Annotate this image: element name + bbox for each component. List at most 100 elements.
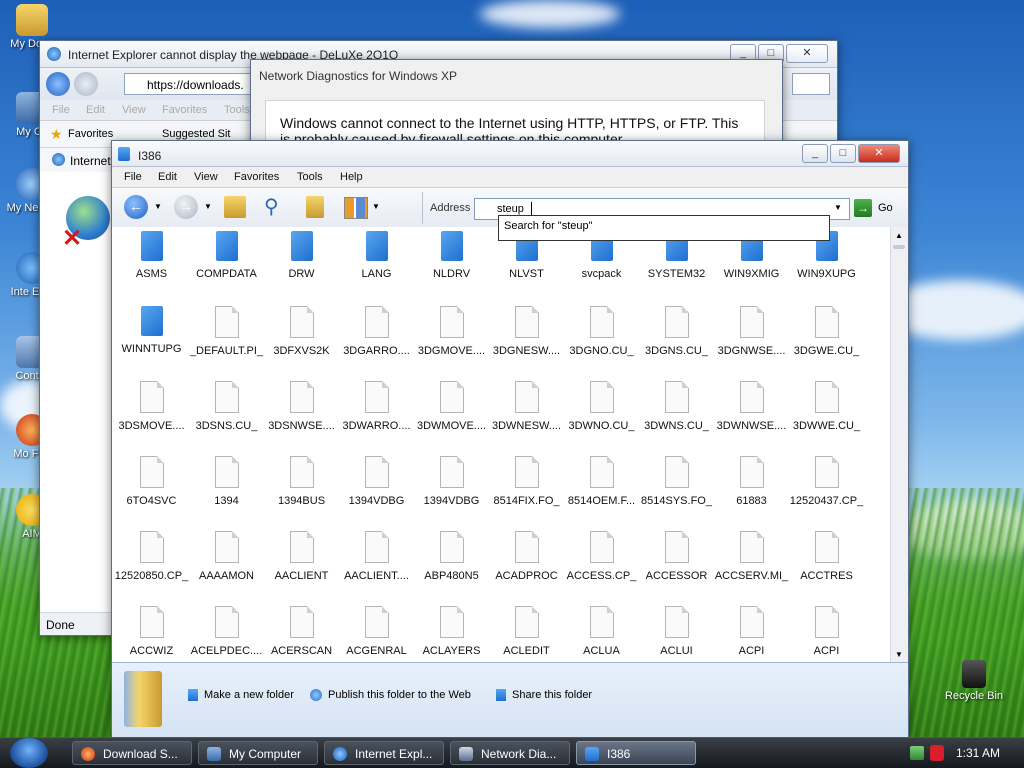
scroll-down-arrow[interactable]: ▼ bbox=[895, 650, 903, 659]
folders-button[interactable] bbox=[306, 196, 324, 218]
ie-menu-view[interactable]: View bbox=[122, 104, 146, 116]
file-item[interactable]: ABP480N5 bbox=[414, 527, 489, 602]
task-publish-folder[interactable]: Publish this folder to the Web bbox=[310, 689, 471, 702]
tray-clock[interactable]: 1:31 AM bbox=[956, 746, 1000, 760]
file-item[interactable]: 3DWNO.CU_ bbox=[564, 377, 639, 452]
file-item[interactable]: ACPI bbox=[714, 602, 789, 663]
file-item[interactable]: ACLUA bbox=[564, 602, 639, 663]
address-suggestion-popup[interactable]: Search for "steup" bbox=[498, 215, 830, 241]
file-item[interactable]: 3DWARRO.... bbox=[339, 377, 414, 452]
tray-app-icon[interactable] bbox=[930, 745, 944, 761]
file-item[interactable]: 3DGMOVE.... bbox=[414, 302, 489, 377]
explorer-titlebar[interactable]: I386 _ □ ✕ bbox=[112, 141, 908, 167]
file-item[interactable]: ACLUI bbox=[639, 602, 714, 663]
file-item[interactable]: 3DWWE.CU_ bbox=[789, 377, 864, 452]
folder-item[interactable]: NLDRV bbox=[414, 227, 489, 302]
file-list-pane[interactable]: ASMS COMPDATA DRW LANG NLDRV NLVST svcpack SYST… bbox=[112, 227, 890, 663]
file-item[interactable]: 12520437.CP_ bbox=[789, 452, 864, 527]
ie-menu-edit[interactable]: Edit bbox=[86, 104, 105, 116]
back-dropdown-icon[interactable]: ▼ bbox=[154, 202, 162, 211]
file-item[interactable]: 3DGNWSE.... bbox=[714, 302, 789, 377]
folder-item[interactable]: COMPDATA bbox=[189, 227, 264, 302]
suggestion-search-steup[interactable]: Search for "steup" bbox=[504, 220, 593, 232]
file-item[interactable]: 8514SYS.FO_ bbox=[639, 452, 714, 527]
file-item[interactable]: 8514OEM.F... bbox=[564, 452, 639, 527]
file-item[interactable]: ACLAYERS bbox=[414, 602, 489, 663]
ie-menu-favorites[interactable]: Favorites bbox=[162, 104, 207, 116]
tray-network-icon[interactable] bbox=[910, 746, 924, 760]
file-item[interactable]: 3DGARRO.... bbox=[339, 302, 414, 377]
ie-menu-file[interactable]: File bbox=[52, 104, 70, 116]
diag-titlebar[interactable]: Network Diagnostics for Windows XP bbox=[251, 60, 782, 88]
scroll-up-arrow[interactable]: ▲ bbox=[895, 231, 903, 240]
file-item[interactable]: 3DGNS.CU_ bbox=[639, 302, 714, 377]
file-item[interactable]: ACELPDEC.... bbox=[189, 602, 264, 663]
ie-address-bar[interactable]: https://downloads. bbox=[124, 73, 256, 95]
file-item[interactable]: AACLIENT bbox=[264, 527, 339, 602]
explorer-window[interactable]: I386 _ □ ✕ File Edit View Favorites Tool… bbox=[111, 140, 909, 738]
views-dropdown-icon[interactable]: ▼ bbox=[372, 202, 380, 211]
file-item[interactable]: 8514FIX.FO_ bbox=[489, 452, 564, 527]
explorer-maximize-button[interactable]: □ bbox=[830, 144, 856, 163]
file-item[interactable]: _DEFAULT.PI_ bbox=[189, 302, 264, 377]
file-item[interactable]: ACGENRAL bbox=[339, 602, 414, 663]
search-button[interactable]: ⚲ bbox=[264, 194, 279, 219]
folder-item[interactable]: WINNTUPG bbox=[114, 302, 189, 377]
ie-back-button[interactable] bbox=[46, 72, 70, 96]
ie-favorites-button[interactable]: Favorites bbox=[68, 128, 113, 140]
taskbar-my-computer[interactable]: My Computer bbox=[198, 741, 318, 765]
ie-menu-tools[interactable]: Tools bbox=[224, 104, 250, 116]
file-item[interactable]: 3DSMOVE.... bbox=[114, 377, 189, 452]
taskbar-internet-explorer[interactable]: Internet Expl... bbox=[324, 741, 444, 765]
file-item[interactable]: 3DGNO.CU_ bbox=[564, 302, 639, 377]
file-item[interactable]: 1394 bbox=[189, 452, 264, 527]
menu-tools[interactable]: Tools bbox=[297, 171, 323, 183]
file-item[interactable]: 1394VDBG bbox=[414, 452, 489, 527]
start-button[interactable] bbox=[10, 738, 48, 768]
file-item[interactable]: 3DSNWSE.... bbox=[264, 377, 339, 452]
go-button[interactable]: → Go bbox=[854, 198, 898, 218]
up-folder-button[interactable] bbox=[224, 196, 246, 218]
address-dropdown-icon[interactable]: ▼ bbox=[834, 203, 842, 212]
file-item[interactable]: 3DSNS.CU_ bbox=[189, 377, 264, 452]
forward-button[interactable]: → bbox=[174, 195, 198, 219]
scroll-thumb[interactable] bbox=[893, 245, 905, 249]
file-item[interactable]: ACCTRES bbox=[789, 527, 864, 602]
file-item[interactable]: ACCESS.CP_ bbox=[564, 527, 639, 602]
file-item[interactable]: 1394BUS bbox=[264, 452, 339, 527]
ie-close-button[interactable]: ✕ bbox=[786, 44, 828, 63]
ie-search-button[interactable] bbox=[792, 73, 830, 95]
file-item[interactable]: 3DFXVS2K bbox=[264, 302, 339, 377]
folder-item[interactable]: DRW bbox=[264, 227, 339, 302]
file-item[interactable]: AACLIENT.... bbox=[339, 527, 414, 602]
file-item[interactable]: 3DWMOVE.... bbox=[414, 377, 489, 452]
views-button[interactable] bbox=[344, 197, 368, 219]
file-item[interactable]: 3DGNESW.... bbox=[489, 302, 564, 377]
taskbar-download[interactable]: Download S... bbox=[72, 741, 192, 765]
menu-help[interactable]: Help bbox=[340, 171, 363, 183]
task-make-new-folder[interactable]: Make a new folder bbox=[188, 689, 294, 702]
file-item[interactable]: 3DGWE.CU_ bbox=[789, 302, 864, 377]
menu-file[interactable]: File bbox=[124, 171, 142, 183]
file-item[interactable]: 1394VDBG bbox=[339, 452, 414, 527]
file-item[interactable]: ACCESSOR bbox=[639, 527, 714, 602]
file-item[interactable]: AAAAMON bbox=[189, 527, 264, 602]
file-item[interactable]: ACERSCAN bbox=[264, 602, 339, 663]
file-item[interactable]: ACCWIZ bbox=[114, 602, 189, 663]
desktop-icon-recycle-bin[interactable]: Recycle Bin bbox=[944, 660, 1004, 702]
menu-edit[interactable]: Edit bbox=[158, 171, 177, 183]
file-item[interactable]: 12520850.CP_ bbox=[114, 527, 189, 602]
forward-dropdown-icon[interactable]: ▼ bbox=[204, 202, 212, 211]
task-share-folder[interactable]: Share this folder bbox=[496, 689, 592, 702]
file-item[interactable]: 61883 bbox=[714, 452, 789, 527]
file-item[interactable]: ACLEDIT bbox=[489, 602, 564, 663]
menu-view[interactable]: View bbox=[194, 171, 218, 183]
file-item[interactable]: ACADPROC bbox=[489, 527, 564, 602]
file-item[interactable]: 3DWNS.CU_ bbox=[639, 377, 714, 452]
vertical-scrollbar[interactable]: ▲ ▼ bbox=[890, 227, 908, 663]
file-item[interactable]: 6TO4SVC bbox=[114, 452, 189, 527]
folder-item[interactable]: LANG bbox=[339, 227, 414, 302]
file-item[interactable]: 3DWNESW.... bbox=[489, 377, 564, 452]
back-button[interactable]: ← bbox=[124, 195, 148, 219]
folder-item[interactable]: ASMS bbox=[114, 227, 189, 302]
